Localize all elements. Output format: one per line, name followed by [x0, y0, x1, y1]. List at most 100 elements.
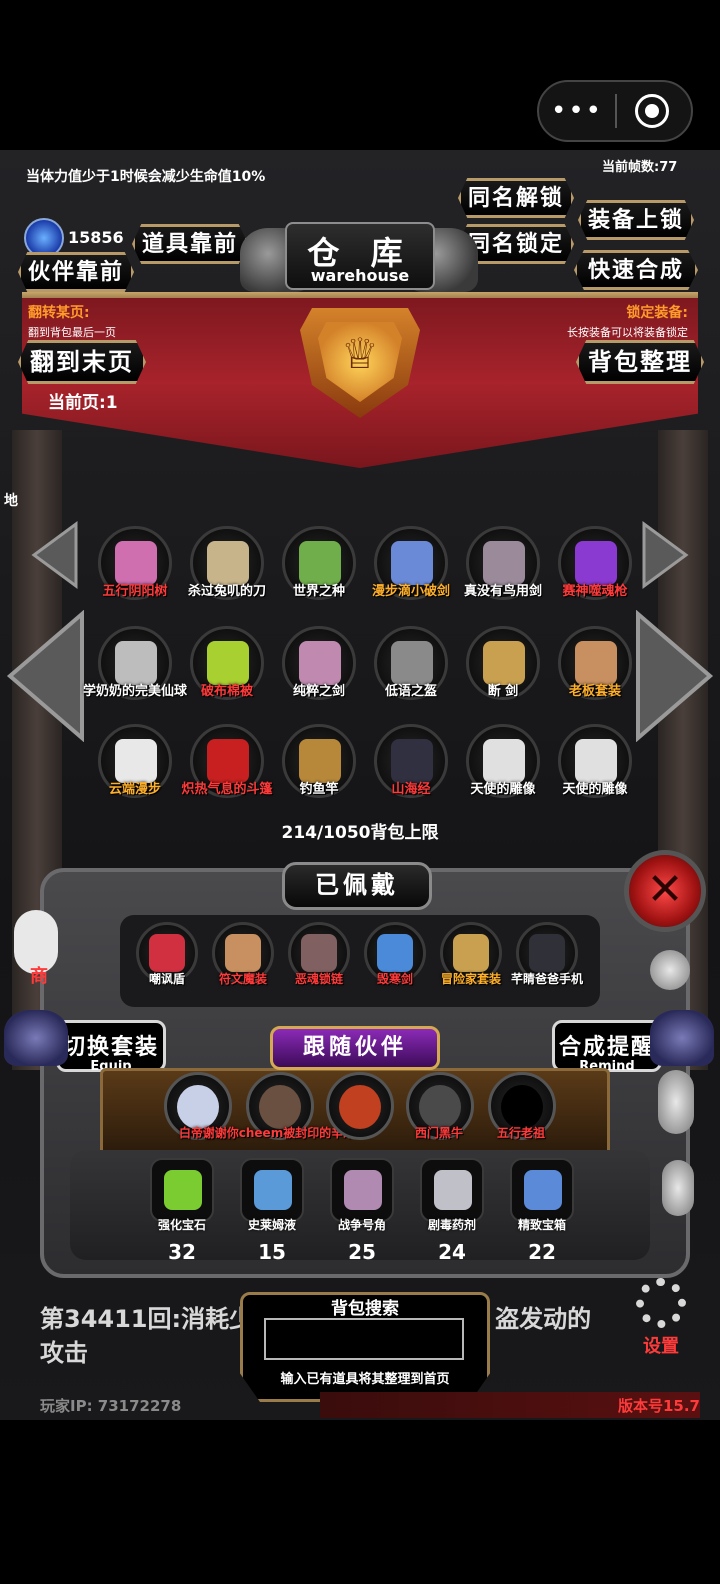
settings-button[interactable]: 设置	[628, 1278, 694, 1358]
item-icon	[299, 541, 341, 585]
consumable-name: 战争号角	[337, 1218, 386, 1232]
item-icon	[575, 541, 617, 585]
consumable-name: 强化宝石	[157, 1218, 206, 1232]
search-title: 背包搜索	[331, 1299, 399, 1319]
frame-count: 当前帧数:77	[602, 160, 678, 175]
bottom-blank	[0, 1420, 720, 1584]
item-icon	[299, 641, 341, 685]
item-name: 天使的雕像	[562, 782, 628, 797]
item-icon	[115, 541, 157, 585]
same-name-unlock-button[interactable]: 同名解锁	[458, 178, 574, 218]
consumable-slot	[150, 1158, 214, 1222]
item-name: 赛神噬魂枪	[562, 584, 628, 599]
partner-front-button[interactable]: 伙伴靠前	[18, 252, 134, 292]
item-icon	[207, 541, 249, 585]
item-icon	[483, 641, 525, 685]
warehouse-title-plate: 仓 库 warehouse	[285, 222, 435, 290]
side-partner-icon[interactable]	[658, 1070, 694, 1134]
partner-name: 五行老祖	[496, 1126, 545, 1140]
partner-avatar	[419, 1085, 461, 1129]
consumable-icon	[434, 1170, 472, 1210]
lock-equip-header: 锁定装备:	[626, 305, 688, 321]
target-icon[interactable]	[635, 94, 669, 128]
page-flip-sub: 翻到背包最后一页	[28, 326, 116, 339]
battle-log-line2: 攻击	[40, 1339, 88, 1367]
merge-remind-label: 合成提醒	[558, 1034, 655, 1060]
right-hat-ornament	[650, 1010, 714, 1066]
dice-icon[interactable]	[650, 950, 690, 990]
stamina-warning: 当体力值少于1时候会减少生命值10%	[26, 169, 266, 185]
consumable-name: 剧毒药剂	[427, 1218, 476, 1232]
gold-count: 15856	[68, 228, 124, 247]
consumable-count: 25	[348, 1240, 376, 1264]
gear-icon	[636, 1278, 686, 1328]
item-icon	[115, 641, 157, 685]
equipped-tab: 已佩戴	[282, 862, 432, 910]
item-icon	[115, 739, 157, 783]
version-label: 版本号15.7	[617, 1397, 700, 1415]
consumable-name: 精致宝箱	[517, 1218, 566, 1232]
current-page: 当前页:1	[48, 393, 118, 413]
item-icon	[391, 739, 433, 783]
item-icon	[529, 934, 565, 972]
item-icon	[391, 641, 433, 685]
consumable-name: 史莱姆液	[247, 1218, 296, 1232]
partner-avatar	[259, 1085, 301, 1129]
item-icon	[377, 934, 413, 972]
item-icon	[483, 739, 525, 783]
warehouse-subtitle: warehouse	[310, 266, 410, 285]
item-icon	[207, 641, 249, 685]
consumable-icon	[524, 1170, 562, 1210]
item-icon	[483, 541, 525, 585]
close-button[interactable]: ✕	[624, 850, 706, 932]
item-icon	[575, 641, 617, 685]
shop-label[interactable]: 商	[30, 962, 48, 988]
item-icon	[207, 739, 249, 783]
mini-program-bar: •••	[0, 0, 720, 150]
more-icon[interactable]: •••	[539, 82, 615, 140]
battle-log-right: 盗发动的	[495, 1305, 592, 1333]
equip-lock-button[interactable]: 装备上锁	[578, 200, 694, 240]
capsule-menu: •••	[537, 80, 693, 142]
consumable-slot	[330, 1158, 394, 1222]
item-icon	[301, 934, 337, 972]
organize-bag-button[interactable]: 背包整理	[576, 340, 704, 384]
last-page-button[interactable]: 翻到末页	[18, 340, 146, 384]
follow-partner-tab: 跟随伙伴	[270, 1026, 440, 1070]
search-input[interactable]	[264, 1318, 464, 1360]
consumable-slot	[240, 1158, 304, 1222]
consumable-slot	[510, 1158, 574, 1222]
item-icon	[299, 739, 341, 783]
partner-avatar	[501, 1085, 543, 1129]
left-hat-ornament	[4, 1010, 68, 1066]
item-name: 老板套装	[568, 684, 621, 699]
switch-equip-button[interactable]: 切换套装 Equip	[56, 1020, 166, 1074]
consumable-icon	[344, 1170, 382, 1210]
item-icon	[575, 739, 617, 783]
bag-capacity: 214/1050背包上限	[281, 823, 439, 843]
capsule-divider	[615, 94, 617, 128]
consumable-slot	[420, 1158, 484, 1222]
quick-merge-button[interactable]: 快速合成	[574, 250, 698, 290]
game-screen: 当体力值少于1时候会减少生命值10% 当前帧数:77 15856 同名解锁 装备…	[0, 150, 720, 1420]
player-ip: 玩家IP: 73172278	[40, 1397, 182, 1415]
consumable-count: 15	[258, 1240, 286, 1264]
consumable-icon	[164, 1170, 202, 1210]
prev-page-arrow-icon[interactable]	[6, 610, 86, 742]
consumable-count: 24	[438, 1240, 466, 1264]
consumable-count: 22	[528, 1240, 556, 1264]
item-icon	[453, 934, 489, 972]
prev-small-arrow-icon[interactable]	[30, 520, 80, 590]
item-name: 芊睛爸爸手机	[510, 972, 583, 986]
switch-equip-label: 切换套装	[62, 1034, 159, 1060]
lion-icon: ♕	[341, 329, 379, 378]
item-icon	[225, 934, 261, 972]
next-page-arrow-icon[interactable]	[634, 610, 714, 742]
side-item-icon[interactable]	[662, 1160, 694, 1216]
item-front-button[interactable]: 道具靠前	[132, 224, 248, 264]
item-icon	[391, 541, 433, 585]
item-icon	[149, 934, 185, 972]
merge-remind-button[interactable]: 合成提醒 Remind	[552, 1020, 662, 1074]
consumable-icon	[254, 1170, 292, 1210]
search-hint: 输入已有道具将其整理到首页	[280, 1372, 450, 1387]
